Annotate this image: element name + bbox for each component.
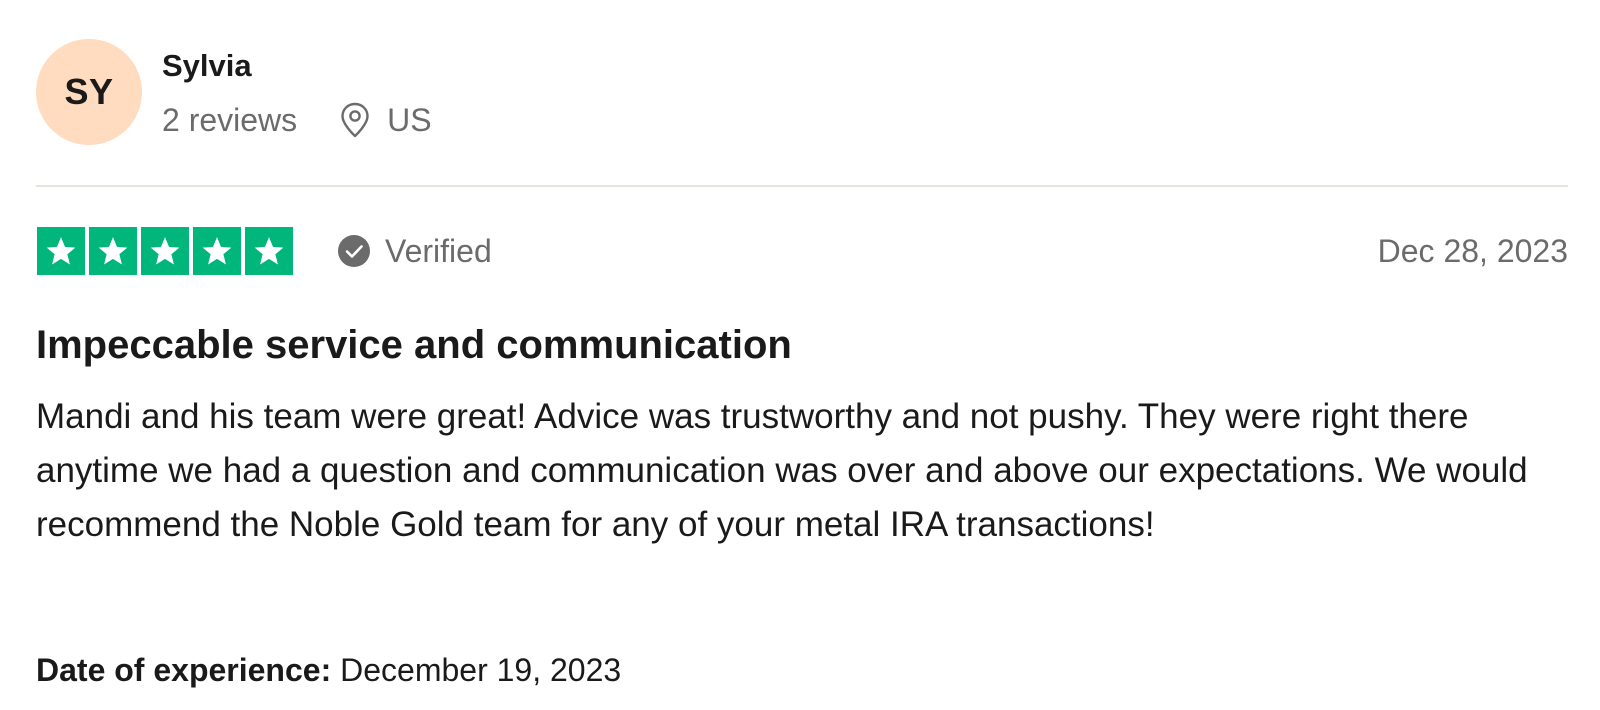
star-icon: [37, 227, 85, 275]
verified-badge[interactable]: Verified: [337, 231, 492, 271]
review-card: SY Sylvia 2 reviews US Verified Dec 28, …: [0, 0, 1600, 710]
reviewer-meta: 2 reviews US: [162, 100, 432, 140]
reviewer-location: US: [339, 100, 432, 140]
review-count: 2 reviews: [162, 102, 298, 138]
star-icon: [89, 227, 137, 275]
date-of-experience: Date of experience: December 19, 2023: [36, 650, 621, 690]
divider: [36, 185, 1568, 187]
review-body: Mandi and his team were great! Advice wa…: [36, 397, 1528, 544]
star-icon: [245, 227, 293, 275]
reviewer-name[interactable]: Sylvia: [162, 46, 252, 86]
review-title[interactable]: Impeccable service and communication: [36, 320, 792, 370]
check-circle-icon: [337, 234, 371, 268]
star-rating: [37, 227, 293, 275]
star-icon: [141, 227, 189, 275]
reviewer-country: US: [387, 102, 432, 138]
star-icon: [193, 227, 241, 275]
avatar[interactable]: SY: [36, 39, 142, 145]
experience-label: Date of experience:: [36, 652, 332, 688]
avatar-initials: SY: [64, 71, 114, 112]
review-date: Dec 28, 2023: [1377, 233, 1568, 269]
location-pin-icon: [339, 102, 371, 138]
verified-label: Verified: [385, 232, 492, 269]
experience-date: December 19, 2023: [340, 652, 622, 688]
